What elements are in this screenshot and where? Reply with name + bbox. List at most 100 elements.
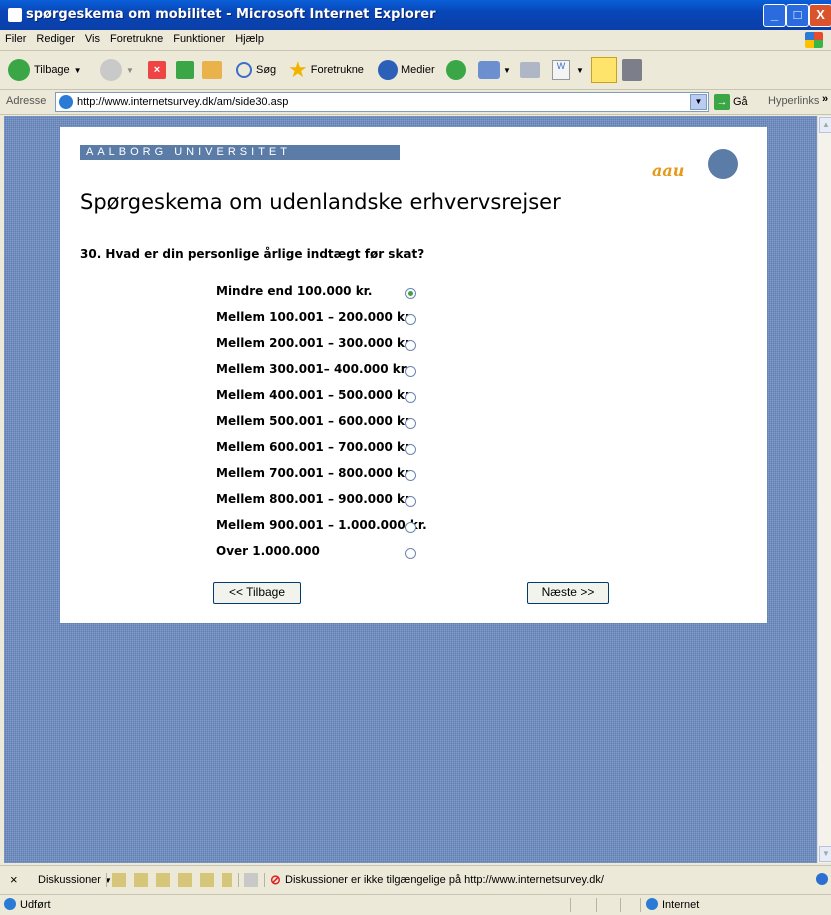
aau-logo: aau [652, 149, 742, 183]
menu-view[interactable]: Vis [80, 30, 105, 48]
stop-icon: × [148, 61, 166, 79]
option-label: Mellem 900.001 – 1.000.000 kr. [216, 518, 427, 532]
favorites-label: Foretrukne [310, 64, 364, 76]
printer-icon [520, 62, 540, 78]
close-discussion-icon[interactable]: × [10, 872, 18, 887]
home-button[interactable] [202, 57, 222, 83]
history-icon [446, 60, 466, 80]
close-window-button[interactable]: X [809, 4, 831, 27]
refresh-icon [176, 61, 194, 79]
income-radio-3[interactable] [405, 366, 416, 377]
go-arrow-icon: → [714, 94, 730, 110]
menu-help[interactable]: Hjælp [230, 30, 269, 48]
word-icon: W [552, 60, 570, 80]
discussion-menu[interactable]: Diskussioner ▼ [38, 874, 112, 886]
option-label: Mellem 800.001 – 900.000 kr. [216, 492, 414, 506]
divider [238, 873, 239, 887]
menu-favorites[interactable]: Foretrukne [105, 30, 168, 48]
income-radio-10[interactable] [405, 548, 416, 559]
menu-file[interactable]: Filer [0, 30, 31, 48]
aau-logo-text: aau [652, 161, 685, 180]
favorites-button[interactable]: ★ Foretrukne [288, 57, 364, 83]
search-icon [236, 62, 252, 78]
back-label: Tilbage [34, 64, 70, 76]
windows-logo-icon [805, 32, 823, 48]
back-page-button[interactable]: << Tilbage [213, 582, 301, 604]
notes-button[interactable] [591, 57, 617, 83]
option-label: Mellem 700.001 – 800.000 kr. [216, 466, 414, 480]
maximize-button[interactable]: □ [786, 4, 809, 27]
security-zone: Internet [662, 899, 700, 911]
forward-dropdown-icon: ▼ [126, 65, 134, 75]
income-radio-6[interactable] [405, 444, 416, 455]
minimize-button[interactable]: _ [763, 4, 786, 27]
income-radio-1[interactable] [405, 314, 416, 325]
address-dropdown-icon[interactable]: ▼ [690, 94, 707, 110]
status-bar: Udført Internet [0, 894, 831, 915]
ie-page-icon [4, 898, 16, 910]
income-radio-9[interactable] [405, 522, 416, 533]
title-bar: spørgeskema om mobilitet - Microsoft Int… [0, 0, 831, 30]
search-label: Søg [256, 64, 277, 76]
address-input[interactable]: http://www.internetsurvey.dk/am/side30.a… [55, 92, 709, 112]
income-radio-5[interactable] [405, 418, 416, 429]
media-label: Medier [401, 64, 435, 76]
menu-tools[interactable]: Funktioner [168, 30, 230, 48]
divider [570, 898, 571, 912]
print-button[interactable] [520, 57, 540, 83]
income-radio-2[interactable] [405, 340, 416, 351]
edit-dropdown-icon: ▼ [576, 65, 584, 75]
discussion-message: Diskussioner er ikke tilgængelige på htt… [285, 874, 604, 886]
research-icon [622, 59, 642, 81]
income-radio-4[interactable] [405, 392, 416, 403]
internet-zone-icon [646, 898, 658, 910]
search-button[interactable]: Søg [236, 57, 276, 83]
question-text: 30. Hvad er din personlige årlige indtæg… [80, 247, 425, 261]
option-label: Over 1.000.000 [216, 544, 320, 558]
back-dropdown-icon: ▼ [73, 65, 82, 75]
edit-button[interactable]: W ▼ [552, 57, 584, 83]
forward-button[interactable]: ▼ [100, 57, 134, 83]
vertical-scrollbar[interactable]: ▲ ▼ [817, 116, 831, 863]
links-toolbar[interactable]: Hyperlinks [768, 95, 819, 107]
option-label: Mellem 300.001– 400.000 kr. [216, 362, 410, 376]
discussion-label: Diskussioner [38, 874, 101, 886]
browser-content: AALBORG UNIVERSITET aau Spørgeskema om u… [4, 116, 817, 863]
discussion-pane-icon[interactable] [244, 873, 258, 887]
option-label: Mindre end 100.000 kr. [216, 284, 373, 298]
mail-icon [478, 61, 500, 79]
menu-edit[interactable]: Rediger [31, 30, 80, 48]
refresh-button[interactable] [176, 57, 194, 83]
income-radio-7[interactable] [405, 470, 416, 481]
divider [596, 898, 597, 912]
option-label: Mellem 400.001 – 500.000 kr. [216, 388, 414, 402]
address-bar: Adresse http://www.internetsurvey.dk/am/… [0, 90, 831, 115]
next-page-button[interactable]: Næste >> [527, 582, 609, 604]
back-arrow-icon [8, 59, 30, 81]
page-title: Spørgeskema om udenlandske erhvervsrejse… [80, 190, 561, 214]
discussion-tool-icons[interactable] [112, 873, 232, 887]
research-button[interactable] [622, 57, 642, 83]
go-button[interactable]: → Gå [714, 94, 748, 110]
option-label: Mellem 100.001 – 200.000 kr. [216, 310, 414, 324]
survey-panel: AALBORG UNIVERSITET aau Spørgeskema om u… [60, 127, 767, 623]
scroll-down-icon[interactable]: ▼ [819, 846, 831, 862]
income-radio-0[interactable] [405, 288, 416, 299]
option-label: Mellem 500.001 – 600.000 kr. [216, 414, 414, 428]
divider [640, 898, 641, 912]
media-icon [378, 60, 398, 80]
discussion-bar: × Diskussioner ▼ ⊘ Diskussioner er ikke … [0, 865, 831, 894]
menu-bar: Filer Rediger Vis Foretrukne Funktioner Hjælp [0, 30, 831, 51]
mail-button[interactable]: ▼ [478, 57, 511, 83]
income-radio-8[interactable] [405, 496, 416, 507]
help-icon[interactable] [816, 873, 828, 885]
back-button[interactable]: Tilbage ▼ [8, 57, 82, 83]
stop-button[interactable]: × [148, 57, 166, 83]
chevron-right-icon[interactable]: » [822, 93, 828, 105]
mail-dropdown-icon: ▼ [503, 65, 511, 75]
address-url: http://www.internetsurvey.dk/am/side30.a… [77, 96, 289, 108]
scroll-up-icon[interactable]: ▲ [819, 117, 831, 133]
go-label: Gå [733, 96, 748, 108]
media-button[interactable]: Medier [378, 57, 435, 83]
history-button[interactable] [446, 57, 466, 83]
